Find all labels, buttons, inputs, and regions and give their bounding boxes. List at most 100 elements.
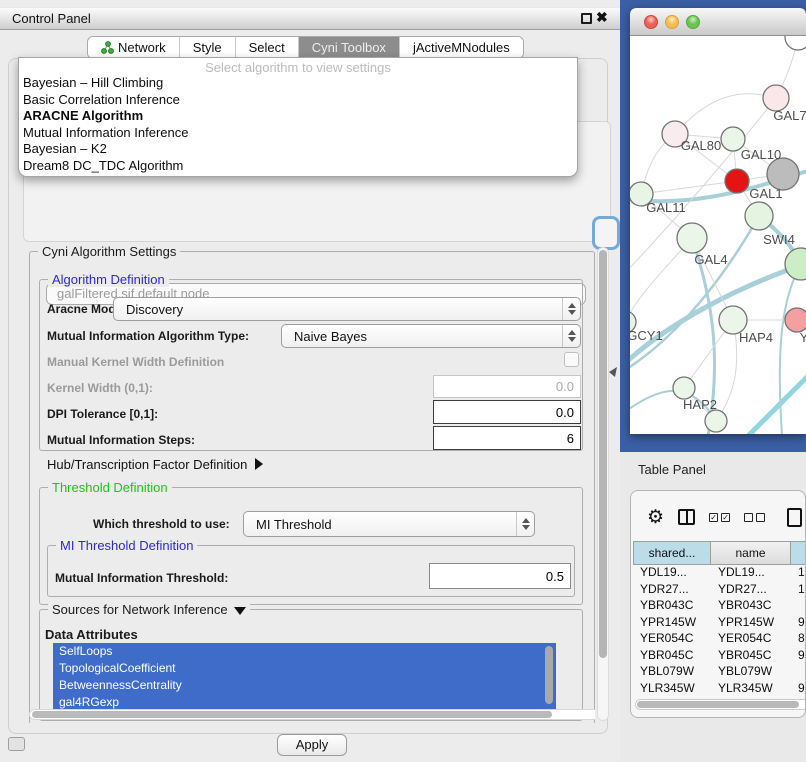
control-panel-tabs: NetworkStyleSelectCyni ToolboxjActiveMNo…	[87, 36, 524, 59]
gear-icon[interactable]: ⚙	[647, 508, 664, 527]
expand-arrow-icon	[255, 458, 263, 470]
scrollbar-thumb[interactable]	[599, 250, 607, 658]
hub-definition-toggle[interactable]: Hub/Transcription Factor Definition	[47, 457, 263, 472]
network-graph: GAL7GAL80GAL10GAL1GAL11SWI4GAL4GCY1HAP4Y…	[630, 36, 806, 434]
network-node[interactable]	[677, 223, 707, 253]
table-cell: YDR27...	[633, 582, 711, 599]
network-node[interactable]	[673, 377, 695, 399]
control-panel-titlebar: Control Panel ✖	[0, 7, 620, 30]
table-cell: YPR145W	[711, 615, 791, 632]
table-cell: 9.	[791, 648, 806, 665]
node-label-gal1: GAL1	[749, 186, 782, 201]
dpi-tolerance-field[interactable]	[433, 400, 581, 424]
table-row[interactable]: YPR145WYPR145W9.	[633, 615, 806, 632]
table-row[interactable]: YDR27...YDR27...12	[633, 582, 806, 599]
tab-cyni-toolbox[interactable]: Cyni Toolbox	[298, 37, 399, 58]
table-cell: 8.	[791, 631, 806, 648]
settings-horizontal-scrollbar[interactable]	[29, 709, 595, 720]
tab-jactivemnodules[interactable]: jActiveMNodules	[399, 37, 523, 58]
network-edge[interactable]	[780, 264, 801, 434]
algorithm-option-mutual-information-inference[interactable]: Mutual Information Inference	[19, 125, 577, 142]
algorithm-dropdown: Select algorithm to view settings Bayesi…	[18, 57, 578, 177]
table-cell: YER054C	[633, 631, 711, 648]
network-window-titlebar[interactable]	[630, 8, 806, 36]
attribute-item[interactable]: TopologicalCoefficient	[53, 660, 556, 677]
algorithm-option-bayesian-k2[interactable]: Bayesian – K2	[19, 141, 577, 158]
kernel-width-field[interactable]	[433, 375, 581, 398]
column-header-shared[interactable]: shared...	[633, 541, 711, 565]
group-title: MI Threshold Definition	[56, 538, 197, 553]
combo-value: Naive Bayes	[282, 329, 562, 344]
mouse-cursor	[609, 367, 618, 378]
network-node[interactable]	[785, 308, 806, 332]
tab-style[interactable]: Style	[179, 37, 235, 58]
data-attributes-list[interactable]: SelfLoopsTopologicalCoefficientBetweenne…	[53, 643, 556, 709]
node-label-y: Y	[800, 330, 806, 345]
attribute-item[interactable]: SelfLoops	[53, 643, 556, 660]
table-cell: YBR045C	[633, 648, 711, 665]
tab-select[interactable]: Select	[235, 37, 298, 58]
network-canvas[interactable]: GAL7GAL80GAL10GAL1GAL11SWI4GAL4GCY1HAP4Y…	[630, 36, 806, 434]
mi-steps-field[interactable]	[433, 426, 581, 450]
network-node[interactable]	[725, 169, 749, 193]
hub-definition-label: Hub/Transcription Factor Definition	[47, 457, 247, 472]
node-label-swi4: SWI4	[763, 232, 795, 247]
network-edge[interactable]	[641, 181, 737, 194]
new-table-icon[interactable]	[787, 508, 802, 527]
stepper-icon[interactable]	[562, 325, 580, 347]
group-title: Threshold Definition	[48, 480, 172, 495]
mi-type-combo[interactable]: Naive Bayes	[281, 324, 581, 348]
manual-kernel-checkbox[interactable]	[564, 352, 579, 367]
network-node[interactable]	[785, 248, 806, 280]
settings-vertical-scrollbar[interactable]	[597, 247, 609, 721]
float-window-icon[interactable]	[581, 13, 592, 24]
zoom-traffic-light[interactable]	[686, 15, 700, 29]
attribute-item[interactable]: gal4RGexp	[53, 694, 556, 709]
tab-network[interactable]: Network	[88, 37, 179, 58]
algorithm-option-bayesian-hill-climbing[interactable]: Bayesian – Hill Climbing	[19, 75, 577, 92]
column-header-a[interactable]: A	[791, 541, 806, 565]
checked-boxes-icon[interactable]: ✓✓	[709, 513, 730, 522]
list-scrollbar-thumb[interactable]	[545, 646, 553, 704]
network-node[interactable]	[705, 410, 727, 432]
network-node[interactable]	[785, 36, 806, 50]
network-view-window[interactable]: GAL7GAL80GAL10GAL1GAL11SWI4GAL4GCY1HAP4Y…	[630, 8, 806, 434]
table-horizontal-scrollbar[interactable]	[635, 699, 806, 710]
panel-grip-icon[interactable]	[8, 737, 25, 751]
mi-threshold-field[interactable]	[429, 563, 571, 589]
algorithm-option-aracne-algorithm[interactable]: ARACNE Algorithm	[19, 108, 577, 125]
combo-value: Discovery	[114, 302, 562, 317]
algorithm-option-dream8-dc-tdc-algorithm[interactable]: Dream8 DC_TDC Algorithm	[19, 158, 577, 175]
algorithm-combo-fragment[interactable]	[592, 216, 620, 250]
network-node[interactable]	[745, 202, 773, 230]
minimize-traffic-light[interactable]	[665, 15, 679, 29]
scrollbar-thumb[interactable]	[32, 711, 552, 718]
close-traffic-light[interactable]	[644, 15, 658, 29]
scrollbar-thumb[interactable]	[637, 701, 799, 708]
network-edge[interactable]	[716, 320, 737, 421]
network-edge[interactable]	[630, 238, 692, 322]
table-row[interactable]: YLR345WYLR345W9.	[633, 681, 806, 698]
table-row[interactable]: YER054CYER054C8.	[633, 631, 806, 648]
close-icon[interactable]: ✖	[596, 9, 608, 26]
table-cell: 12	[791, 582, 806, 599]
aracne-mode-combo[interactable]: Discovery	[113, 297, 581, 321]
table-cell: YDR27...	[711, 582, 791, 599]
table-row[interactable]: YBR045CYBR045C9.	[633, 648, 806, 665]
stepper-icon[interactable]	[516, 512, 534, 536]
table-row[interactable]: YBL079WYBL079W	[633, 664, 806, 681]
network-edge[interactable]	[675, 94, 776, 134]
attribute-item[interactable]: BetweennessCentrality	[53, 677, 556, 694]
sources-toggle[interactable]: Sources for Network Inference	[48, 602, 250, 617]
table-row[interactable]: YBR043CYBR043C	[633, 598, 806, 615]
split-columns-icon[interactable]	[678, 509, 695, 525]
apply-button[interactable]: Apply	[277, 734, 347, 756]
algorithm-option-basic-correlation-inference[interactable]: Basic Correlation Inference	[19, 92, 577, 109]
stepper-icon[interactable]	[562, 298, 580, 320]
network-edge[interactable]	[748, 372, 806, 434]
table-cell: YPR145W	[633, 615, 711, 632]
column-header-name[interactable]: name	[711, 541, 791, 565]
table-row[interactable]: YDL19...YDL19...13	[633, 565, 806, 582]
unchecked-boxes-icon[interactable]	[744, 513, 765, 522]
which-threshold-combo[interactable]: MI Threshold	[243, 511, 535, 537]
